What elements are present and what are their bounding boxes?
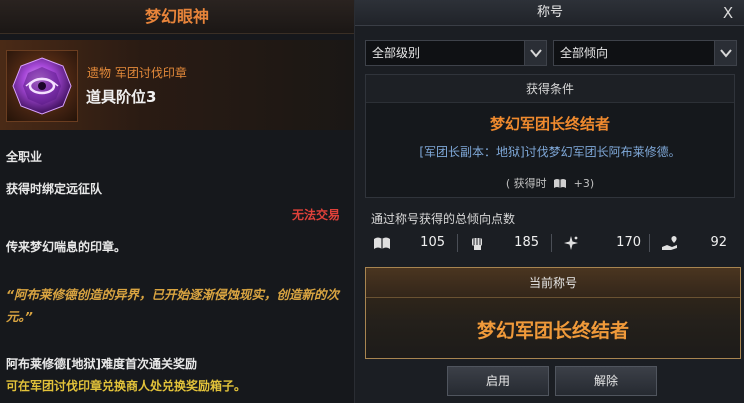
- fist-icon: [472, 238, 482, 250]
- item-class: 全职业: [6, 150, 43, 164]
- condition-reward: ( 获得时 +3): [366, 175, 734, 191]
- tendency-stats: 105 185 170 92: [365, 230, 735, 256]
- condition-description: [军团长副本：地狱]讨伐梦幻军团长阿布莱修德。: [419, 145, 681, 159]
- equip-button[interactable]: 启用: [447, 366, 549, 396]
- window-title: 称号: [536, 5, 563, 20]
- tendency-filter-value: 全部倾向: [560, 46, 609, 60]
- item-binding: 获得时绑定远征队: [6, 182, 103, 196]
- condition-reward-prefix: ( 获得时: [505, 177, 547, 190]
- stat-heart-hand: 92: [661, 230, 731, 256]
- stat-fist: 185: [469, 230, 541, 256]
- chevron-down-icon[interactable]: [714, 41, 736, 65]
- reward-title: 阿布莱修德[地狱]难度首次通关奖励: [6, 357, 197, 371]
- grade-filter-select[interactable]: 全部级别: [365, 40, 547, 66]
- remove-button[interactable]: 解除: [555, 366, 657, 396]
- book-icon: [554, 179, 567, 188]
- item-tier: 道具阶位3: [86, 88, 157, 106]
- tendency-points-label: 通过称号获得的总倾向点数: [371, 212, 516, 226]
- item-header: 遗物 军团讨伐印章 道具阶位3: [0, 40, 354, 130]
- item-tooltip: 梦幻眼神 遗物 军团讨伐印章 道具阶位3 全职业 获得时绑定远征队 无法交易 传…: [0, 0, 354, 403]
- item-category: 遗物 军团讨伐印章: [87, 66, 187, 80]
- reward-description: 可在军团讨伐印章兑换商人处兑换奖励箱子。: [6, 379, 247, 393]
- condition-reward-value: +3): [573, 177, 595, 190]
- trade-status: 无法交易: [291, 208, 340, 222]
- item-name: 梦幻眼神: [144, 7, 209, 26]
- acquisition-condition-box: 获得条件 梦幻军团长终结者 [军团长副本：地狱]讨伐梦幻军团长阿布莱修德。 ( …: [365, 74, 735, 198]
- current-title-heading: 当前称号: [366, 268, 740, 298]
- condition-heading: 获得条件: [366, 75, 734, 103]
- title-window: 称号 X 全部级别 全部倾向 获得条件 梦幻军团长终结者 [军团长副本：地狱]讨…: [354, 0, 744, 403]
- purple-seal-gem-icon[interactable]: [6, 50, 78, 122]
- lore-quote: “阿布莱修德创造的异界，已开始逐渐侵蚀现实，创造新的次元。”: [6, 287, 340, 324]
- stat-value: 105: [420, 235, 445, 250]
- tendency-filter-select[interactable]: 全部倾向: [553, 40, 737, 66]
- close-button[interactable]: X: [718, 3, 738, 23]
- stat-value: 92: [710, 235, 727, 250]
- sparkle-icon: [564, 236, 578, 250]
- item-description: 传来梦幻喘息的印章。: [6, 240, 127, 254]
- grade-filter-value: 全部级别: [372, 46, 421, 60]
- condition-title-name: 梦幻军团长终结者: [489, 115, 610, 133]
- stat-value: 170: [616, 235, 641, 250]
- current-title-name: 梦幻军团长终结者: [476, 320, 629, 342]
- stat-sparkle: 170: [563, 230, 643, 256]
- book-icon: [374, 237, 390, 249]
- heart-hand-icon: [662, 236, 677, 250]
- stat-value: 185: [514, 235, 539, 250]
- stat-divider: [649, 234, 650, 252]
- stat-divider: [551, 234, 552, 252]
- chevron-down-icon[interactable]: [524, 41, 546, 65]
- current-title-box: 当前称号 梦幻军团长终结者: [365, 267, 741, 359]
- stat-book: 105: [373, 230, 445, 256]
- stat-divider: [457, 234, 458, 252]
